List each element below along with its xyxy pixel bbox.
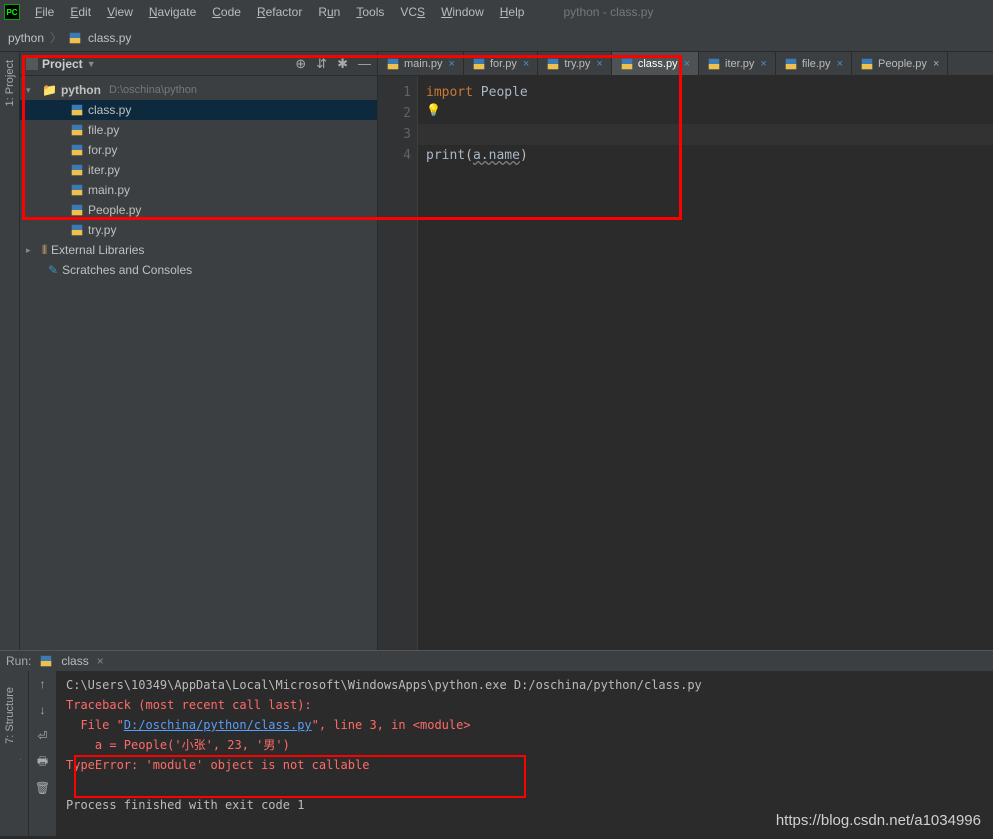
python-file-icon <box>68 31 82 45</box>
up-icon[interactable]: ↑ <box>34 675 52 693</box>
menu-run[interactable]: Run <box>311 3 347 21</box>
editor-tab-try-py[interactable]: try.py× <box>538 52 612 75</box>
run-tool-window: Run: class × ▶ ■ ⇲ 📌 ✖ ↑ ↓ ⏎ 🖶 🗑 C:\User… <box>0 650 993 836</box>
breadcrumb-file[interactable]: class.py <box>88 31 131 45</box>
project-tree: ▾ 📁 python D:\oschina\python class.py fi… <box>20 76 377 284</box>
breadcrumb-separator: 〉 <box>50 29 62 46</box>
python-file-icon <box>70 123 84 137</box>
python-file-icon <box>70 203 84 217</box>
tree-scratches[interactable]: ✎ Scratches and Consoles <box>20 260 377 280</box>
line-number: 4 <box>378 145 411 166</box>
hide-icon[interactable]: — <box>358 56 371 72</box>
chevron-right-icon[interactable]: ▸ <box>26 245 38 256</box>
expand-icon[interactable]: ⇵ <box>316 56 327 72</box>
editor: main.py×for.py×try.py×class.py×iter.py×f… <box>378 52 993 650</box>
menubar: PC File Edit View Navigate Code Refactor… <box>0 0 993 24</box>
editor-tab-class-py[interactable]: class.py× <box>612 52 699 75</box>
tree-file-people[interactable]: People.py <box>20 200 377 220</box>
line-number: 3 <box>378 124 411 145</box>
python-file-icon <box>70 143 84 157</box>
editor-tab-main-py[interactable]: main.py× <box>378 52 464 75</box>
menu-refactor[interactable]: Refactor <box>250 3 309 21</box>
tree-label: for.py <box>88 143 117 157</box>
console-traceback: Traceback (most recent call last): <box>66 698 312 712</box>
tree-file-try[interactable]: try.py <box>20 220 377 240</box>
tree-file-file[interactable]: file.py <box>20 120 377 140</box>
side-tab-structure[interactable]: 7: Structure <box>2 679 18 752</box>
console-error: TypeError: 'module' object is not callab… <box>66 758 369 772</box>
tree-root[interactable]: ▾ 📁 python D:\oschina\python <box>20 80 377 100</box>
left-gutter-bottom: 7: Structure <box>0 679 20 799</box>
menu-code[interactable]: Code <box>205 3 248 21</box>
editor-tab-file-py[interactable]: file.py× <box>776 52 852 75</box>
intention-bulb-icon[interactable]: 💡 <box>426 103 441 117</box>
project-panel-title: Project <box>42 57 83 71</box>
trash-icon[interactable]: 🗑 <box>34 779 52 797</box>
tree-label: People.py <box>88 203 141 217</box>
down-icon[interactable]: ↓ <box>34 701 52 719</box>
menu-edit[interactable]: Edit <box>63 3 98 21</box>
python-file-icon <box>70 103 84 117</box>
folder-icon: 📁 <box>42 83 57 97</box>
tree-file-class[interactable]: class.py <box>20 100 377 120</box>
line-number: 1 <box>378 82 411 103</box>
project-tool-window: Project ▼ ⊕ ⇵ ✱ — ▾ 📁 python D:\oschina\… <box>20 52 378 650</box>
tree-external-libraries[interactable]: ▸ ⫴ External Libraries <box>20 240 377 260</box>
tree-label: External Libraries <box>51 243 144 257</box>
tree-root-label: python <box>61 83 101 97</box>
console-source-line: a = People('小张', 23, '男') <box>66 738 290 752</box>
scratch-icon: ✎ <box>48 263 58 277</box>
chevron-down-icon[interactable]: ▾ <box>26 85 38 96</box>
tree-file-for[interactable]: for.py <box>20 140 377 160</box>
editor-tab-for-py[interactable]: for.py× <box>464 52 538 75</box>
menu-navigate[interactable]: Navigate <box>142 3 203 21</box>
menu-window[interactable]: Window <box>434 3 491 21</box>
run-toolbar-inner: ↑ ↓ ⏎ 🖶 🗑 <box>28 671 56 836</box>
tree-label: try.py <box>88 223 116 237</box>
run-tab-name[interactable]: class <box>61 654 88 668</box>
left-gutter: 1: Project <box>0 52 20 650</box>
window-title: python - class.py <box>563 5 653 19</box>
tree-label: class.py <box>88 103 131 117</box>
library-icon: ⫴ <box>42 243 47 258</box>
tree-file-iter[interactable]: iter.py <box>20 160 377 180</box>
print-icon[interactable]: 🖶 <box>34 753 52 771</box>
python-file-icon <box>70 223 84 237</box>
python-file-icon <box>39 654 53 668</box>
console-file-link[interactable]: D:/oschina/python/class.py <box>124 718 312 732</box>
gutter: 1 2 3 4 <box>378 76 418 650</box>
console-exit: Process finished with exit code 1 <box>66 798 304 812</box>
tree-file-main[interactable]: main.py <box>20 180 377 200</box>
editor-tab-People-py[interactable]: People.py× <box>852 52 948 75</box>
console-cmd: C:\Users\10349\AppData\Local\Microsoft\W… <box>66 678 702 692</box>
python-file-icon <box>70 183 84 197</box>
app-logo: PC <box>4 4 20 20</box>
run-label: Run: <box>6 654 31 668</box>
project-icon <box>26 58 38 70</box>
navigation-bar: python 〉 class.py <box>0 24 993 52</box>
settings-icon[interactable]: ✱ <box>337 56 348 72</box>
tree-label: Scratches and Consoles <box>62 263 192 277</box>
side-tab-project[interactable]: 1: Project <box>2 52 18 114</box>
locate-icon[interactable]: ⊕ <box>295 56 306 72</box>
tree-label: file.py <box>88 123 119 137</box>
wrap-icon[interactable]: ⏎ <box>34 727 52 745</box>
editor-tabs: main.py×for.py×try.py×class.py×iter.py×f… <box>378 52 993 76</box>
tree-label: main.py <box>88 183 130 197</box>
menu-tools[interactable]: Tools <box>349 3 391 21</box>
tree-root-path: D:\oschina\python <box>109 84 197 96</box>
menu-vcs[interactable]: VCS <box>393 3 432 21</box>
menu-view[interactable]: View <box>100 3 140 21</box>
python-file-icon <box>70 163 84 177</box>
breadcrumb: python 〉 class.py <box>8 29 131 46</box>
current-line-highlight <box>418 124 993 145</box>
tree-label: iter.py <box>88 163 120 177</box>
editor-tab-iter-py[interactable]: iter.py× <box>699 52 776 75</box>
menu-file[interactable]: File <box>28 3 61 21</box>
menu-help[interactable]: Help <box>493 3 532 21</box>
watermark: https://blog.csdn.net/a1034996 <box>776 812 981 829</box>
close-icon[interactable]: × <box>97 654 104 668</box>
breadcrumb-root[interactable]: python <box>8 31 44 45</box>
line-number: 2 <box>378 103 411 124</box>
